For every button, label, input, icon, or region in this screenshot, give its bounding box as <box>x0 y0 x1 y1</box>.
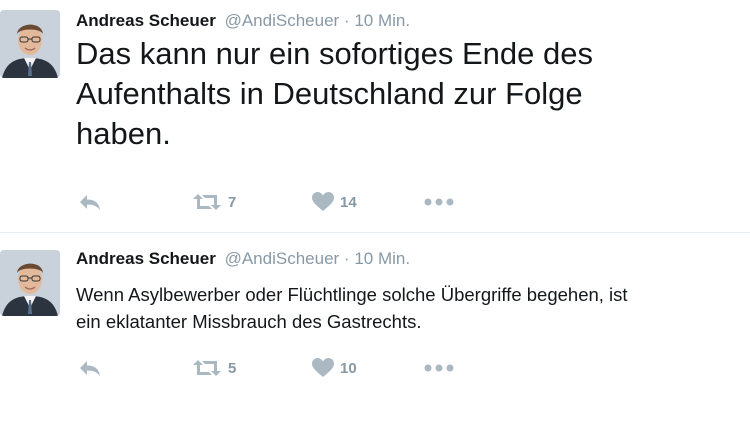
reply-button[interactable] <box>78 190 102 214</box>
retweet-count: 5 <box>228 359 237 377</box>
reply-icon <box>80 195 100 210</box>
tweet: Andreas Scheuer @AndiScheuer · 10 Min. W… <box>0 233 750 422</box>
retweet-icon <box>193 360 221 376</box>
tweet-header: Andreas Scheuer @AndiScheuer · 10 Min. <box>76 248 410 270</box>
tweet-timestamp[interactable]: 10 Min. <box>354 249 410 268</box>
heart-icon <box>312 192 334 211</box>
tweet: Andreas Scheuer @AndiScheuer · 10 Min. D… <box>0 0 750 232</box>
retweet-icon <box>193 194 221 210</box>
tweet-text: Wenn Asylbewerber oder Flüchtlinge solch… <box>76 284 628 332</box>
tweet-timestamp[interactable]: 10 Min. <box>354 11 410 30</box>
tweet-actions: 5 10 <box>76 356 476 380</box>
avatar[interactable] <box>0 10 60 78</box>
reply-button[interactable] <box>78 356 102 380</box>
avatar-photo <box>0 250 60 316</box>
retweet-button[interactable]: 5 <box>192 356 236 380</box>
like-count: 14 <box>340 193 357 211</box>
more-button[interactable] <box>424 190 454 214</box>
heart-icon <box>312 358 334 377</box>
author-handle[interactable]: @AndiScheuer <box>225 11 340 30</box>
retweet-count: 7 <box>228 193 237 211</box>
header-separator: · <box>343 11 350 30</box>
avatar-photo <box>0 10 60 78</box>
more-icon <box>424 198 454 206</box>
retweet-button[interactable]: 7 <box>192 190 236 214</box>
author-handle[interactable]: @AndiScheuer <box>225 249 340 268</box>
more-button[interactable] <box>424 356 454 380</box>
like-count: 10 <box>340 359 357 377</box>
author-name[interactable]: Andreas Scheuer <box>76 249 216 268</box>
like-button[interactable]: 10 <box>312 356 357 380</box>
tweet-text: Das kann nur ein sofortiges Ende des Auf… <box>76 36 593 151</box>
author-name[interactable]: Andreas Scheuer <box>76 11 216 30</box>
tweet-header: Andreas Scheuer @AndiScheuer · 10 Min. <box>76 10 410 32</box>
tweet-feed: Andreas Scheuer @AndiScheuer · 10 Min. D… <box>0 0 750 422</box>
tweet-actions: 7 14 <box>76 190 476 214</box>
like-button[interactable]: 14 <box>312 190 357 214</box>
header-separator: · <box>343 249 350 268</box>
more-icon <box>424 364 454 372</box>
avatar[interactable] <box>0 250 60 316</box>
reply-icon <box>80 361 100 376</box>
